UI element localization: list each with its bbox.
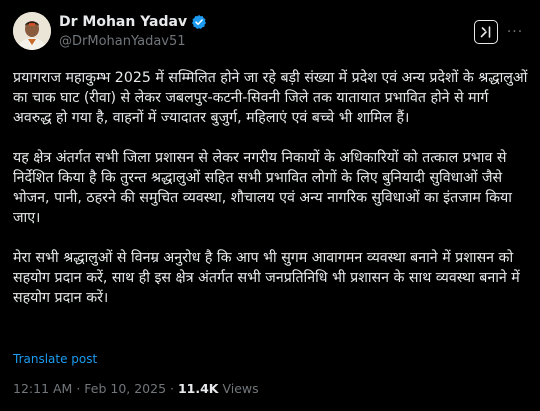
grok-button[interactable]: [474, 20, 498, 44]
profile-photo-icon: [13, 12, 51, 50]
views-count[interactable]: 11.4K: [178, 381, 219, 396]
author-handle[interactable]: @DrMohanYadav51: [59, 34, 207, 49]
more-options-button[interactable]: ···: [505, 23, 525, 41]
meta-separator: ·: [72, 381, 85, 396]
avatar[interactable]: [13, 12, 51, 50]
name-row: Dr Mohan Yadav: [59, 13, 207, 31]
more-icon: ···: [506, 24, 524, 40]
verified-badge-icon[interactable]: [191, 14, 207, 30]
translate-post-link[interactable]: Translate post: [13, 352, 97, 366]
post-meta: 12:11 AM · Feb 10, 2025 · 11.4K Views: [13, 381, 259, 396]
author-name[interactable]: Dr Mohan Yadav: [59, 14, 187, 30]
post-header: Dr Mohan Yadav @DrMohanYadav51: [59, 13, 207, 49]
post-card: Dr Mohan Yadav @DrMohanYadav51 ··· प्रया…: [0, 0, 540, 411]
grok-icon: [480, 26, 491, 38]
post-paragraph-2: यह क्षेत्र अंतर्गत सभी जिला प्रशासन से ल…: [13, 150, 512, 226]
post-paragraph-3: मेरा सभी श्रद्धालुओं से विनम्र अनुरोध है…: [13, 250, 520, 306]
post-paragraph-1: प्रयागराज महाकुम्भ 2025 में सम्मिलित होन…: [13, 70, 528, 126]
post-date[interactable]: Feb 10, 2025: [84, 381, 166, 396]
post-text: प्रयागराज महाकुम्भ 2025 में सम्मिलित होन…: [13, 68, 531, 308]
meta-separator: ·: [166, 381, 178, 396]
views-label: Views: [218, 381, 259, 396]
post-time[interactable]: 12:11 AM: [13, 381, 72, 396]
